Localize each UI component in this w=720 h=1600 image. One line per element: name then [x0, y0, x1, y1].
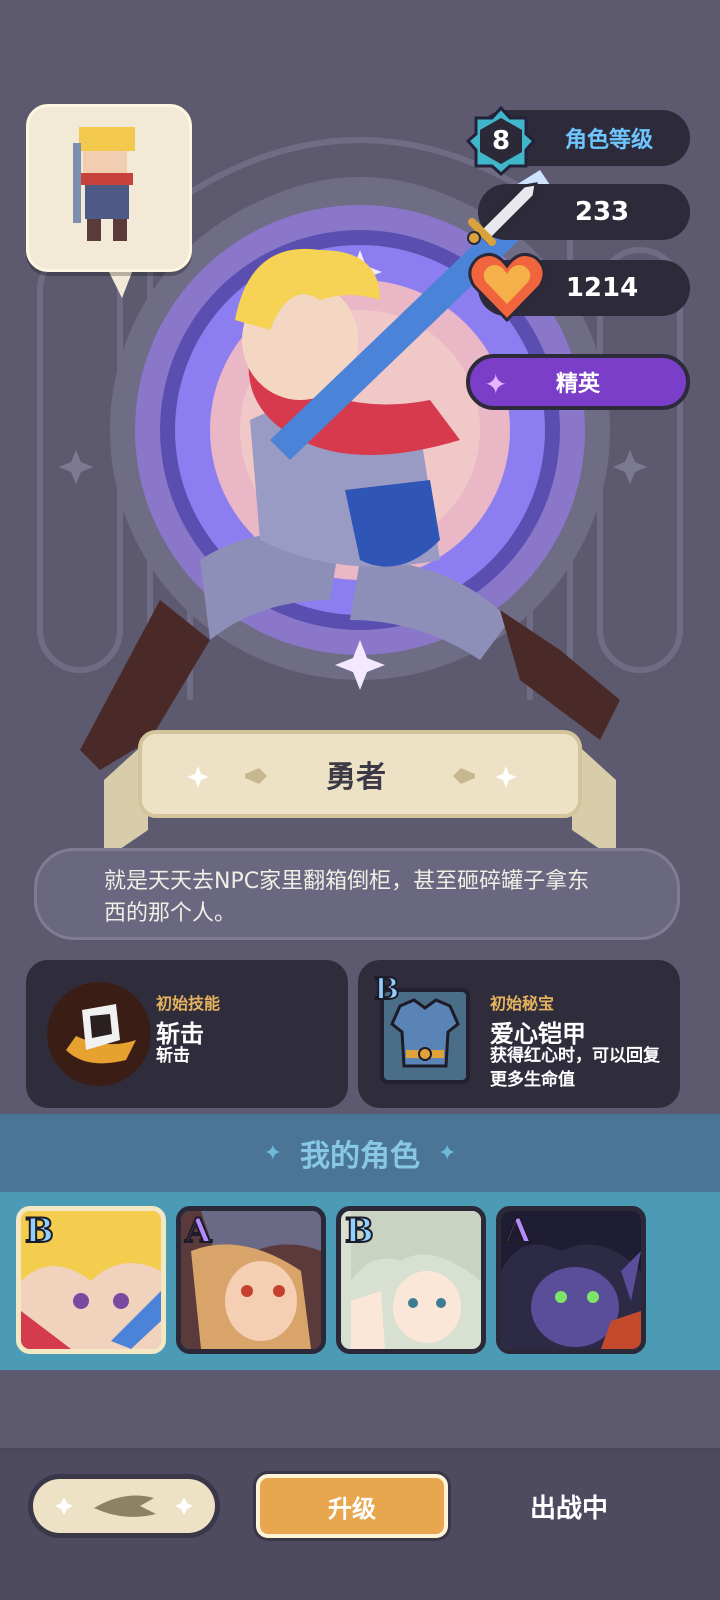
skill-card-desc: 斩击	[156, 1046, 190, 1066]
attack-value: 233	[574, 197, 630, 227]
ornament-left-icon: ✦	[263, 1140, 282, 1166]
hp-value: 1214	[565, 273, 639, 303]
initial-treasure-card[interactable]: B 初始秘宝 爱心铠甲 获得红心时，可以回复更多生命值	[358, 960, 680, 1108]
pixel-portrait-bubble	[26, 104, 192, 272]
arrow-left-icon	[55, 1495, 193, 1517]
character-slot-sorceress[interactable]: A	[176, 1206, 326, 1354]
character-description: 就是天天去NPC家里翻箱倒柜，甚至砸碎罐子拿东西的那个人。	[104, 869, 590, 926]
level-value: 8	[491, 126, 511, 156]
back-button[interactable]	[28, 1474, 220, 1538]
sparkle-icon: ✦	[484, 368, 508, 401]
character-name: 勇者	[326, 760, 386, 795]
heart-icon	[468, 252, 546, 323]
rarity-label: 精英	[555, 372, 600, 397]
pixel-hero-sprite	[73, 127, 135, 241]
my-characters-label: 我的角色	[300, 1139, 420, 1174]
character-slot-nun[interactable]: B	[336, 1206, 486, 1354]
treasure-grade-badge: B	[373, 971, 400, 1008]
slot-4-grade: A	[504, 1211, 532, 1252]
my-characters-title: ✦ 我的角色 ✦	[0, 1114, 720, 1192]
slot-1-grade: B	[24, 1211, 55, 1252]
character-slot-demon[interactable]: A	[496, 1206, 646, 1354]
deployed-status[interactable]: 出战中	[494, 1478, 644, 1534]
ornament-right-icon: ✦	[438, 1140, 457, 1166]
treasure-card-label: 初始秘宝	[490, 994, 555, 1013]
character-slot-hero[interactable]: B	[16, 1206, 166, 1354]
sword-slash-skill-icon	[47, 982, 151, 1086]
slot-3-grade: B	[344, 1211, 375, 1252]
sword-icon	[467, 182, 538, 246]
rarity-badge: ✦ 精英	[466, 354, 690, 410]
skill-card-label: 初始技能	[156, 994, 221, 1013]
level-label: 角色等级	[564, 128, 653, 153]
slot-2-grade: A	[184, 1211, 212, 1252]
upgrade-button[interactable]: 升级	[256, 1474, 448, 1538]
back-button-face	[33, 1479, 215, 1533]
initial-skill-card[interactable]: 初始技能 斩击 斩击	[26, 960, 348, 1108]
treasure-card-desc: 获得红心时，可以回复更多生命值	[490, 1046, 660, 1090]
